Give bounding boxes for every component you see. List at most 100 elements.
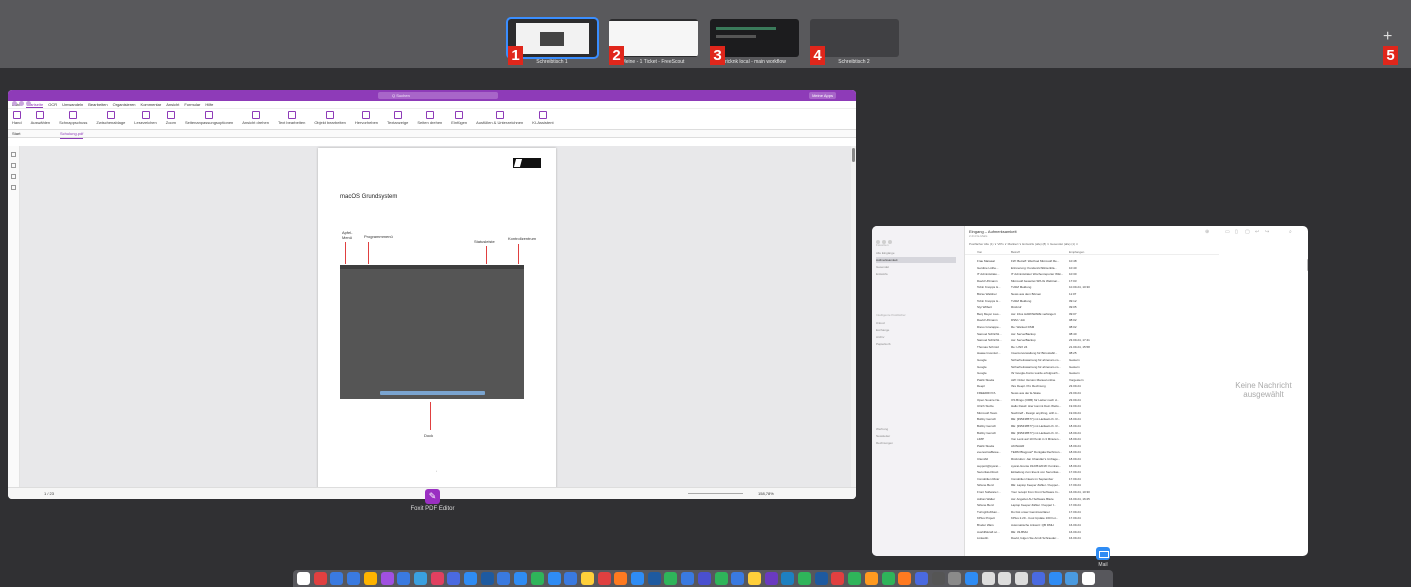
message-row[interactable]: KPlus Project KPlus 2.29 - Cool Update 16…	[965, 515, 1219, 521]
dock-app-icon[interactable]	[597, 572, 611, 585]
message-row[interactable]: David Uhlmann Microsoft bewertet SPLIG We…	[965, 278, 1219, 284]
sidebar-item-trash[interactable]: Papierkorb	[876, 341, 956, 347]
sidebar-item-drafts[interactable]: Entwürfe	[876, 271, 956, 277]
message-row[interactable]: Samuel Schlichti... Aw: ServerBackup 08:40	[965, 331, 1219, 337]
dock-app-icon[interactable]	[898, 572, 912, 585]
foxit-apps-button[interactable]: Meine Apps	[809, 92, 836, 99]
message-row[interactable]: Bobby Gersch RE: [395438577] mz-Heilwelt.…	[965, 416, 1219, 422]
sidebar-item-attention[interactable]: Aufmerksamkeit	[876, 257, 956, 263]
sidebar-item-newsletter[interactable]: Newsletter	[876, 433, 956, 439]
dock-app-icon[interactable]	[380, 572, 394, 585]
dock-app-icon[interactable]	[647, 572, 661, 585]
message-row[interactable]: IT Administrato... IT Administrator Woche…	[965, 271, 1219, 277]
menu-view[interactable]: Ansicht	[166, 102, 179, 107]
dock-app-icon[interactable]	[681, 572, 695, 585]
message-row[interactable]: LinkedIn David, folgen Sie Arndt Schraede…	[965, 535, 1219, 541]
ribbon-hand-button[interactable]: Hand	[12, 111, 22, 125]
mail-app-icon[interactable]	[1096, 547, 1110, 560]
dock-app-icon[interactable]	[1081, 572, 1095, 585]
dock-app-icon[interactable]	[363, 572, 377, 585]
message-row[interactable]: Thomas Schmid Re: LINX 24 21.09.24, 15:58	[965, 344, 1219, 350]
zoom-level[interactable]: 158,78%	[758, 488, 774, 499]
ribbon-clipboard-button[interactable]: Zwischenablage	[96, 111, 125, 125]
add-space-button[interactable]: +	[1383, 28, 1392, 46]
menu-ocr[interactable]: OCR	[48, 102, 57, 107]
layers-panel-icon[interactable]	[11, 174, 16, 179]
sidebar-item-exchange[interactable]: Exchange	[876, 327, 956, 333]
message-row[interactable]: Frau Marasal FW: Betreff: Wechsel Microso…	[965, 258, 1219, 264]
message-row[interactable]: Immobilien Ricar Immobilien News im Septe…	[965, 476, 1219, 482]
dock-app-icon[interactable]	[664, 572, 678, 585]
dock-app-icon[interactable]	[347, 572, 361, 585]
dock-app-icon[interactable]	[464, 572, 477, 585]
pages-panel-icon[interactable]	[11, 163, 16, 168]
search-icon[interactable]: ⌕	[1289, 229, 1292, 235]
forward-icon[interactable]: ↪	[1265, 229, 1269, 235]
ribbon-highlight-button[interactable]: Hervorheben	[355, 111, 378, 125]
dock-app-icon[interactable]	[948, 572, 962, 585]
dock-app-icon[interactable]	[848, 572, 862, 585]
message-row[interactable]: Tobin Knopps &... TuSM Meldung 09:12	[965, 298, 1219, 304]
menu-help[interactable]: Hilfe	[205, 102, 213, 107]
ribbon-ai-assistant-button[interactable]: KI-Assistent	[532, 111, 554, 125]
dock-app-icon[interactable]	[330, 572, 344, 585]
dock-app-icon[interactable]	[747, 572, 761, 585]
sidebar-item-all-inboxes[interactable]: Alle Eingänge	[876, 250, 956, 256]
column-from[interactable]: Von	[977, 250, 982, 254]
dock-app-icon[interactable]	[831, 572, 845, 585]
message-row[interactable]: TuringClubSan... Du bist unser Geminiverl…	[965, 509, 1219, 515]
zoom-slider[interactable]	[688, 493, 743, 494]
message-row[interactable]: ClientAll Rückrufen: Jan Chandler's Unfra…	[965, 456, 1219, 462]
dock-app-icon[interactable]	[998, 572, 1012, 585]
message-row[interactable]: Google Sicherheitswarnung für ahrenam.co.…	[965, 364, 1219, 370]
dock-app-icon[interactable]	[547, 572, 561, 585]
dock-app-icon[interactable]	[814, 572, 828, 585]
dock-app-icon[interactable]	[447, 572, 461, 585]
message-row[interactable]: Benj Meyer Lies... Aw: Infos HARDWARE ver…	[965, 311, 1219, 317]
ribbon-rotate-view-button[interactable]: Ansicht drehen	[242, 111, 269, 125]
ribbon-fill-sign-button[interactable]: Ausfüllen & Unterzeichnen	[476, 111, 523, 125]
message-row[interactable]: LIMP Von Lenk auf 10 Punkt in 3 Minuten..…	[965, 436, 1219, 442]
dock-app-icon[interactable]	[580, 572, 594, 585]
dock-app-icon[interactable]	[397, 572, 411, 585]
dock-app-icon[interactable]	[514, 572, 528, 585]
message-row[interactable]: Siyi Wilbert Rückruf 09:05	[965, 304, 1219, 310]
archive-icon[interactable]: ▭	[1225, 229, 1230, 235]
compose-icon[interactable]: ⊕	[1205, 229, 1209, 235]
message-row[interactable]: Sirlene Benz Laptop Keeper Zähler / Keppe…	[965, 502, 1219, 508]
tab-start[interactable]: Start	[12, 130, 20, 138]
message-row[interactable]: Bruder Wars Automatische Antwort: QB DMH 1…	[965, 522, 1219, 528]
message-row[interactable]: Bobby Gersch RE: [395438577] mz-Heilwelt.…	[965, 430, 1219, 436]
message-row[interactable]: Ulrich Stolze Hallo David: Hier kommt Dei…	[965, 403, 1219, 409]
dock-app-icon[interactable]	[798, 572, 811, 585]
dock-app-icon[interactable]	[614, 572, 628, 585]
page-navigator[interactable]: 1 / 23	[44, 488, 54, 499]
dock-app-icon[interactable]	[731, 572, 745, 585]
message-row[interactable]: Google Sicherheitswarnung für ahrenam.co.…	[965, 357, 1219, 363]
message-row[interactable]: Securitas-Direct Einladung zum Event von …	[965, 469, 1219, 475]
message-row[interactable]: Tobin Knopps &... TuSM Meldung 10.09.24, 1…	[965, 284, 1219, 290]
ribbon-insert-button[interactable]: Einfügen	[451, 111, 467, 125]
reply-icon[interactable]: ↩	[1255, 229, 1259, 235]
dock-app-icon[interactable]	[313, 572, 327, 585]
document-canvas[interactable]: macOS Grundsystem Apfel-Menü Programmmen…	[20, 146, 856, 489]
ribbon-rotate-pages-button[interactable]: Seiten drehen	[417, 111, 442, 125]
ribbon-edit-text-button[interactable]: Text bearbeiten	[278, 111, 305, 125]
dock-app-icon[interactable]	[480, 572, 494, 585]
message-row[interactable]: Google Ihr Google-Konto wurde erfolgreich…	[965, 370, 1219, 376]
dock-app-icon[interactable]	[697, 572, 711, 585]
bookmarks-panel-icon[interactable]	[11, 152, 16, 157]
sidebar-item-icloud[interactable]: iCloud	[876, 320, 956, 326]
favorites-bar[interactable]: Postfächer Alle (1) ∨ VIPs ∨ Markiert ∨ …	[969, 242, 1078, 246]
dock-app-icon[interactable]	[1048, 572, 1062, 585]
attachments-panel-icon[interactable]	[11, 185, 16, 190]
dock-app-icon[interactable]	[1065, 572, 1079, 585]
document-scrollbar[interactable]	[851, 146, 856, 487]
ribbon-bookmark-button[interactable]: Lesezeichen	[134, 111, 157, 125]
menu-edit[interactable]: Bearbeiten	[88, 102, 107, 107]
dock-app-icon[interactable]	[965, 572, 978, 585]
dock-app-icon[interactable]	[931, 572, 945, 585]
window-controls[interactable]	[12, 93, 33, 111]
message-row[interactable]: David Uhlmann DSM / Job 08:02	[965, 317, 1219, 323]
message-row[interactable]: support@sysrat... sysrat-Grente #12351201…	[965, 463, 1219, 469]
